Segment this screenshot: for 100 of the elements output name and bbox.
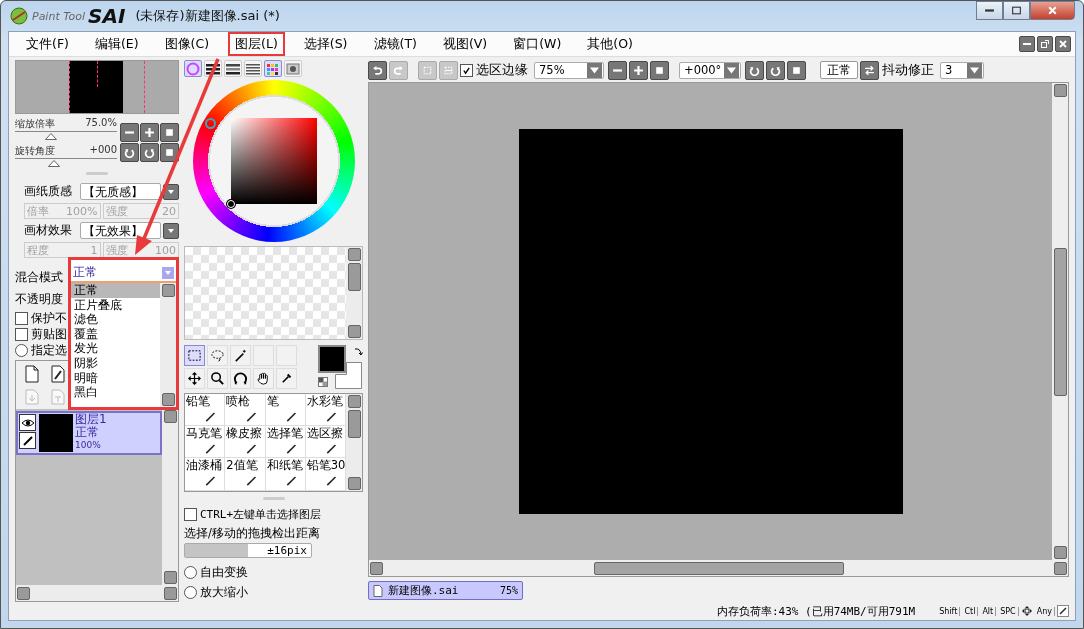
stabilizer-dropdown[interactable]: 3: [940, 61, 984, 79]
new-page-icon[interactable]: [24, 365, 40, 383]
checkbox[interactable]: [15, 327, 28, 341]
scrollbar[interactable]: [16, 585, 178, 601]
menu-item[interactable]: 文件(F): [19, 32, 76, 56]
reset-rotation-button[interactable]: [787, 60, 806, 80]
minimize-button[interactable]: [976, 1, 1003, 20]
slider-thumb[interactable]: [44, 133, 57, 140]
scrollbar[interactable]: [346, 246, 362, 339]
menu-item[interactable]: 窗口(W): [506, 32, 569, 56]
reset-zoom-button[interactable]: [160, 122, 179, 142]
hue-marker[interactable]: [204, 118, 216, 130]
undo-button[interactable]: [368, 60, 387, 80]
slider-mode-button[interactable]: [224, 60, 242, 77]
menu-item[interactable]: 滤镜(T): [366, 32, 424, 56]
color-square[interactable]: [230, 118, 317, 205]
maximize-button[interactable]: [1003, 1, 1030, 20]
slider-mode-button[interactable]: [244, 60, 262, 77]
menu-item[interactable]: 选择(S): [296, 32, 355, 56]
slider-track[interactable]: [15, 131, 117, 140]
brush-tool[interactable]: 2值笔: [225, 458, 266, 491]
scrollbar[interactable]: [369, 560, 1068, 576]
zoom-in-button[interactable]: [629, 60, 648, 80]
zoom-out-button[interactable]: [120, 122, 139, 142]
brush-tool[interactable]: 马克笔: [185, 426, 226, 459]
blend-mode-dropdown[interactable]: 正常 正常 正片叠底 滤色 覆盖 发光 阴影 明暗 黑白: [68, 257, 179, 410]
foreground-color-swatch[interactable]: [318, 344, 346, 373]
brush-tool[interactable]: 选区擦: [305, 426, 346, 459]
rotate-right-button[interactable]: [140, 142, 159, 162]
flip-button[interactable]: [860, 60, 879, 80]
menu-item[interactable]: 图层(L): [228, 32, 285, 56]
brush-tool[interactable]: 水彩笔: [305, 393, 346, 426]
brush-tool[interactable]: 橡皮擦: [225, 426, 266, 459]
scratchpad-mode-button[interactable]: [284, 60, 302, 77]
rotate-right-button[interactable]: [766, 60, 785, 80]
dropdown-option[interactable]: 黑白: [71, 385, 160, 400]
dropdown-option[interactable]: 阴影: [71, 355, 160, 371]
picker-tool[interactable]: [276, 367, 297, 389]
scrollbar[interactable]: [162, 409, 178, 585]
brush-tool[interactable]: 选择笔: [265, 426, 306, 459]
blend-mode-button[interactable]: 正常: [820, 61, 858, 79]
wand-tool[interactable]: [230, 344, 251, 366]
palette-mode-button[interactable]: [264, 60, 282, 77]
move-tool[interactable]: [184, 367, 205, 389]
radio-button[interactable]: [15, 343, 28, 357]
dropdown-button[interactable]: [163, 222, 179, 239]
scrollbar[interactable]: [346, 393, 362, 491]
dropdown-option[interactable]: 正常: [71, 283, 160, 298]
restore-button[interactable]: [1037, 36, 1053, 52]
brush-tool[interactable]: 铅笔30: [305, 458, 346, 491]
navigator-preview[interactable]: [15, 60, 179, 114]
rotate-tool[interactable]: [230, 367, 251, 389]
effect-dropdown[interactable]: 【无效果】: [80, 222, 161, 239]
menu-item[interactable]: 编辑(E): [87, 32, 146, 56]
checkbox[interactable]: [460, 63, 473, 77]
rect-tool[interactable]: [184, 344, 205, 366]
dropdown-option[interactable]: 发光: [71, 341, 160, 356]
effect-dropdown[interactable]: 【无质感】: [80, 183, 161, 200]
rotate-left-button[interactable]: [745, 60, 764, 80]
dropdown-option[interactable]: 滤色: [71, 312, 160, 327]
zoom-in-button[interactable]: [140, 122, 159, 142]
dropdown-option[interactable]: 正片叠底: [71, 297, 160, 313]
close-button[interactable]: [1030, 1, 1075, 20]
brush-tool[interactable]: 笔: [265, 393, 306, 426]
swap-arrow-icon[interactable]: [353, 345, 363, 356]
page-pen-icon[interactable]: [50, 365, 66, 383]
slider-thumb[interactable]: [47, 160, 60, 167]
layer-item[interactable]: 图层1 正常 100%: [16, 411, 162, 455]
radio-button[interactable]: [184, 585, 197, 599]
zoom-tool[interactable]: [207, 367, 228, 389]
slider-track[interactable]: [15, 158, 117, 167]
minimize-button[interactable]: [1019, 36, 1035, 52]
distance-slider[interactable]: ±16pix: [184, 543, 312, 559]
close-button[interactable]: [1055, 36, 1071, 52]
brush-icon[interactable]: [19, 432, 36, 449]
brush-tool[interactable]: 铅笔: [185, 393, 226, 426]
swatch-area[interactable]: [185, 246, 346, 339]
dropdown-option[interactable]: 覆盖: [71, 326, 160, 342]
color-wheel-mode-button[interactable]: [184, 60, 202, 77]
background-color-swatch[interactable]: [335, 361, 362, 389]
zoom-out-button[interactable]: [608, 60, 627, 80]
checkbox[interactable]: [184, 508, 197, 522]
menu-item[interactable]: 其他(O): [580, 32, 640, 56]
default-colors-icon[interactable]: [318, 376, 328, 387]
reset-rotation-button[interactable]: [160, 142, 179, 162]
rotation-dropdown[interactable]: +000°: [679, 61, 741, 79]
color-marker[interactable]: [226, 200, 235, 209]
brush-tool[interactable]: 和纸笔: [265, 458, 306, 491]
document-tab[interactable]: 新建图像.sai 75%: [368, 581, 523, 600]
hand-tool[interactable]: [253, 367, 274, 389]
rotate-left-button[interactable]: [120, 142, 139, 162]
dropdown-option[interactable]: 明暗: [71, 370, 160, 386]
brush-tool[interactable]: 喷枪: [225, 393, 266, 426]
eye-icon[interactable]: [19, 414, 36, 431]
scrollbar[interactable]: [1052, 83, 1068, 560]
zoom-dropdown[interactable]: 75%: [534, 61, 604, 79]
checkbox[interactable]: [15, 311, 28, 325]
radio-button[interactable]: [184, 565, 197, 579]
scrollbar[interactable]: [160, 283, 176, 407]
brush-tool[interactable]: 油漆桶: [185, 458, 226, 491]
